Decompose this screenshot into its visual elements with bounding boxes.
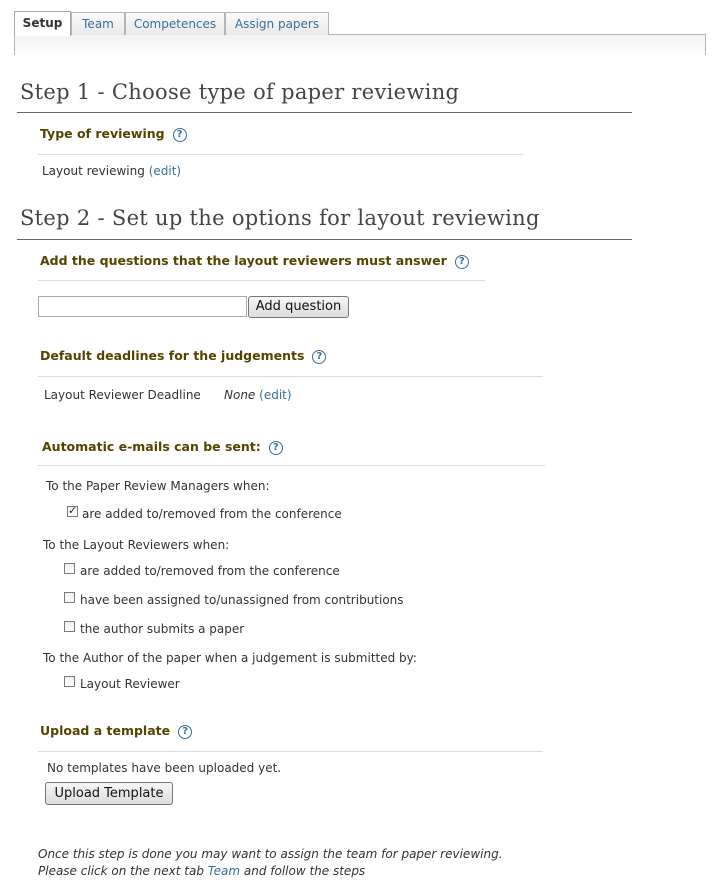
checkbox-label: are added to/removed from the conference: [82, 507, 342, 521]
tab-assign-papers[interactable]: Assign papers: [225, 12, 329, 35]
step2-divider: [17, 239, 632, 240]
layout-reviewer-checkbox[interactable]: [64, 676, 75, 687]
footer-note: Once this step is done you may want to a…: [38, 846, 538, 880]
step2-title: Step 2 - Set up the options for layout r…: [20, 206, 540, 230]
checkbox-label: Layout Reviewer: [80, 677, 180, 691]
emails-section-label: Automatic e-mails can be sent:: [42, 439, 261, 454]
tab-panel-top: [14, 34, 706, 55]
help-question-icon[interactable]: ?: [454, 254, 469, 269]
help-question-icon[interactable]: ?: [268, 440, 283, 455]
tab-bar: Setup Team Competences Assign papers: [14, 11, 706, 56]
deadlines-section-label: Default deadlines for the judgements: [40, 348, 305, 363]
section-divider: [38, 751, 543, 752]
deadline-value: None: [224, 388, 256, 402]
upload-template-button[interactable]: Upload Template: [45, 782, 173, 805]
emails-section-title: Automatic e-mails can be sent:?: [42, 439, 283, 455]
deadline-label: Layout Reviewer Deadline: [44, 388, 201, 402]
reviewing-type-value: Layout reviewing: [42, 164, 145, 178]
edit-reviewing-type-link[interactable]: (edit): [149, 164, 181, 178]
team-tab-link[interactable]: Team: [208, 864, 240, 878]
reviewers-group-label: To the Layout Reviewers when:: [43, 538, 230, 552]
step1-title: Step 1 - Choose type of paper reviewing: [20, 80, 460, 104]
help-question-icon[interactable]: ?: [178, 724, 193, 739]
section-divider: [38, 376, 543, 377]
tab-team[interactable]: Team: [71, 12, 125, 35]
reviewers-assigned-checkbox[interactable]: [64, 592, 75, 603]
reviewing-type-row: Layout reviewing (edit): [42, 164, 181, 178]
managers-added-removed-checkbox[interactable]: [67, 504, 78, 517]
section-divider: [38, 154, 523, 155]
section-divider: [38, 465, 545, 466]
reviewers-added-removed-checkbox[interactable]: [64, 563, 75, 574]
author-submits-checkbox[interactable]: [64, 621, 75, 632]
checkbox-label: the author submits a paper: [80, 622, 245, 636]
step1-divider: [17, 112, 632, 113]
help-question-icon[interactable]: ?: [172, 127, 187, 142]
deadlines-section-title: Default deadlines for the judgements?: [40, 348, 327, 364]
tab-setup[interactable]: Setup: [14, 11, 71, 36]
tab-competences[interactable]: Competences: [125, 12, 225, 35]
help-question-icon[interactable]: ?: [312, 349, 327, 364]
managers-group-label: To the Paper Review Managers when:: [46, 479, 270, 493]
type-of-reviewing-title: Type of reviewing?: [40, 126, 187, 142]
author-group-label: To the Author of the paper when a judgem…: [43, 651, 417, 665]
footer-note-text-end: and follow the steps: [243, 864, 366, 878]
question-input[interactable]: [38, 296, 247, 317]
questions-section-label: Add the questions that the layout review…: [40, 253, 447, 268]
edit-deadline-link[interactable]: (edit): [259, 388, 291, 402]
add-question-button[interactable]: Add question: [248, 296, 349, 318]
deadline-value-row: None (edit): [224, 388, 292, 402]
checkbox-label: are added to/removed from the conference: [80, 564, 340, 578]
template-status: No templates have been uploaded yet.: [47, 761, 282, 775]
template-section-title: Upload a template?: [40, 723, 193, 739]
section-divider: [38, 280, 485, 281]
questions-section-title: Add the questions that the layout review…: [40, 253, 469, 269]
checkbox-label: have been assigned to/unassigned from co…: [80, 593, 404, 607]
template-section-label: Upload a template: [40, 723, 171, 738]
type-of-reviewing-label: Type of reviewing: [40, 126, 165, 141]
